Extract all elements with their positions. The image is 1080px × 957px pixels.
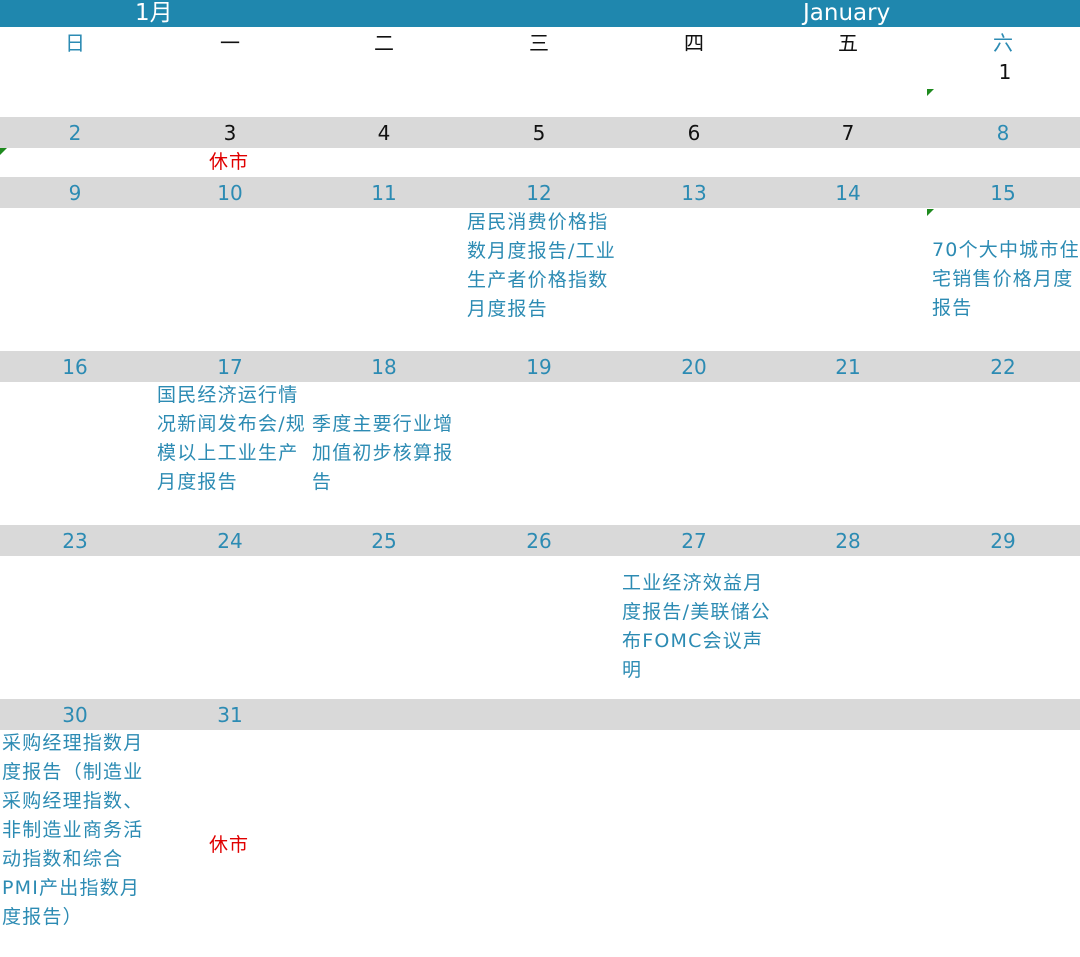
comment-flag-icon: [927, 209, 934, 216]
day-25[interactable]: 25: [307, 526, 461, 556]
day-31[interactable]: 31: [153, 700, 307, 730]
month-header: 1月 January: [0, 0, 1080, 27]
day-17[interactable]: 17: [153, 352, 307, 382]
day-27[interactable]: 27: [617, 526, 771, 556]
day-28[interactable]: 28: [771, 526, 925, 556]
day-5[interactable]: 5: [462, 118, 616, 148]
day-22[interactable]: 22: [926, 352, 1080, 382]
day-23[interactable]: 23: [0, 526, 152, 556]
comment-flag-icon: [927, 89, 934, 96]
day-2[interactable]: 2: [0, 118, 152, 148]
day-20[interactable]: 20: [617, 352, 771, 382]
day-6[interactable]: 6: [617, 118, 771, 148]
day-1[interactable]: 1: [928, 57, 1080, 87]
day-19[interactable]: 19: [462, 352, 616, 382]
event-pmi-report: 采购经理指数月度报告（制造业采购经理指数、非制造业商务活动指数和综合PMI产出指…: [2, 732, 144, 928]
event-industry-value-added-report: 季度主要行业增加值初步核算报告: [312, 413, 454, 493]
day-24[interactable]: 24: [153, 526, 307, 556]
event-cpi-ppi-report: 居民消费价格指数月度报告/工业生产者价格指数月度报告: [467, 211, 617, 320]
month-title-en: January: [803, 0, 891, 26]
day-7[interactable]: 7: [771, 118, 925, 148]
day-3[interactable]: 3: [153, 118, 307, 148]
day-18[interactable]: 18: [307, 352, 461, 382]
day-12[interactable]: 12: [462, 178, 616, 208]
day-29[interactable]: 29: [926, 526, 1080, 556]
day-16[interactable]: 16: [0, 352, 152, 382]
weekday-thu: 四: [684, 31, 704, 55]
weekday-wed: 三: [529, 31, 549, 55]
event-economy-press-conference: 国民经济运行情况新闻发布会/规模以上工业生产月度报告: [157, 384, 307, 493]
day-26[interactable]: 26: [462, 526, 616, 556]
event-housing-price-report: 70个大中城市住宅销售价格月度报告: [932, 239, 1080, 319]
weekday-tue: 二: [374, 31, 394, 55]
weekday-sun: 日: [65, 31, 85, 55]
event-fomc-statement: 工业经济效益月度报告/美联储公布FOMC会议声明: [622, 572, 772, 681]
day-30[interactable]: 30: [0, 700, 152, 730]
month-title-cn: 1月: [135, 0, 173, 26]
comment-flag-icon: [0, 148, 7, 155]
day-21[interactable]: 21: [771, 352, 925, 382]
day-4[interactable]: 4: [307, 118, 461, 148]
day-10[interactable]: 10: [153, 178, 307, 208]
day-9[interactable]: 9: [0, 178, 152, 208]
day-11[interactable]: 11: [307, 178, 461, 208]
day-8[interactable]: 8: [926, 118, 1080, 148]
day-13[interactable]: 13: [617, 178, 771, 208]
weekday-sat: 六: [993, 31, 1013, 55]
market-closed-label: 休市: [209, 151, 250, 173]
weekday-mon: 一: [220, 31, 240, 55]
day-15[interactable]: 15: [926, 178, 1080, 208]
weekday-fri: 五: [838, 31, 858, 55]
day-14[interactable]: 14: [771, 178, 925, 208]
market-closed-label: 休市: [209, 834, 250, 856]
